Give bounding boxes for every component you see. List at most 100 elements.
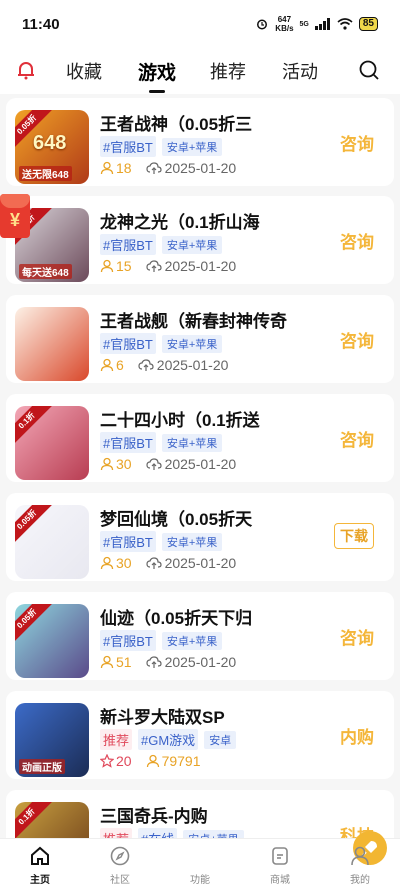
game-card[interactable]: 0.05折 仙迹（0.05折天下归 #官服BT 安卓+苹果 51 2025-01-20 咨询	[6, 592, 394, 680]
player-count: 79791	[146, 753, 201, 769]
game-card[interactable]: 0.05折 梦回仙境（0.05折天 #官服BT 安卓+苹果 30 2025-01-20 下载	[6, 493, 394, 581]
game-tags: #官服BT 安卓+苹果	[100, 432, 223, 453]
bottom-item-features[interactable]: 功能	[170, 831, 387, 886]
game-thumbnail[interactable]: 0.1折	[15, 802, 89, 838]
status-time: 11:40	[22, 15, 60, 33]
game-thumbnail[interactable]: 0.1折	[15, 406, 89, 480]
cloud-upload-icon	[145, 260, 162, 272]
person-icon	[100, 358, 114, 372]
bottom-label-home: 主页	[30, 875, 50, 886]
person-icon	[100, 457, 114, 471]
person-icon	[100, 556, 114, 570]
bottom-item-home[interactable]: 主页	[10, 845, 70, 886]
game-tags: #官服BT 安卓+苹果	[100, 136, 223, 157]
tag-category: #GM游戏	[138, 729, 199, 750]
tag-platform: 安卓+苹果	[161, 137, 223, 156]
cloud-upload-icon	[145, 557, 162, 569]
tag-platform: 安卓+苹果	[183, 829, 244, 838]
action-button[interactable]: 咨询	[340, 624, 374, 649]
tab-events[interactable]: 活动	[282, 58, 318, 84]
tag-platform: 安卓+苹果	[161, 235, 223, 254]
action-button[interactable]: 咨询	[340, 327, 374, 352]
player-count: 30	[100, 456, 132, 472]
tag-category: #官服BT	[100, 432, 156, 453]
tag-platform: 安卓+苹果	[161, 334, 223, 353]
game-tags: 推荐 #在线安卓+苹果	[100, 828, 244, 838]
bottom-label-store: 商城	[270, 875, 290, 886]
tab-games[interactable]: 游戏	[138, 58, 176, 93]
wifi-icon	[337, 18, 353, 30]
cloud-upload-icon	[145, 162, 162, 174]
game-title: 王者战舰（新春封神传奇	[100, 312, 287, 331]
thumb-caption: 每天送648	[19, 264, 72, 279]
cloud-upload-icon	[145, 458, 162, 470]
game-card[interactable]: 王者战舰（新春封神传奇 #官服BT 安卓+苹果 6 2025-01-20 咨询	[6, 295, 394, 383]
game-thumbnail[interactable]	[15, 307, 89, 381]
action-button[interactable]: 咨询	[340, 426, 374, 451]
tag-recommend: 推荐	[100, 828, 133, 838]
tag-platform: 安卓+苹果	[161, 433, 223, 452]
thumb-art-text: 648	[33, 132, 67, 154]
update-date: 2025-01-20	[145, 555, 236, 571]
discount-ribbon: 0.1折	[15, 802, 54, 838]
thumb-caption: 送无限648	[19, 166, 72, 181]
person-icon	[146, 754, 159, 768]
person-icon	[100, 259, 114, 273]
tag-category: #官服BT	[100, 234, 156, 255]
discount-ribbon: 0.05折	[15, 505, 54, 547]
search-icon[interactable]	[358, 59, 380, 81]
status-right: 647 KB/s 5G 85	[255, 15, 378, 33]
red-envelope-icon[interactable]: ¥	[0, 194, 30, 238]
player-count: 6	[100, 357, 124, 373]
game-card[interactable]: 648 送无限648 0.05折 王者战神（0.05折三 #官服BT 安卓+苹果 18 202…	[6, 98, 394, 186]
update-date: 2025-01-20	[145, 258, 236, 274]
compass-icon	[110, 846, 130, 866]
game-thumbnail[interactable]: 0.05折	[15, 505, 89, 579]
action-button[interactable]: 下载	[334, 523, 374, 549]
bottom-nav: 主页 社区 功能 商城 我的	[0, 831, 400, 889]
game-card[interactable]: 每天送6480.1折龙神之光（0.1折山海#官服BT安卓+苹果152025-01…	[6, 196, 394, 284]
battery-indicator: 85	[358, 17, 378, 31]
game-tags: #官服BT 安卓+苹果	[100, 531, 223, 552]
bottom-label-community: 社区	[110, 875, 130, 886]
game-thumbnail[interactable]: 0.05折	[15, 604, 89, 678]
bottom-item-store[interactable]: 商城	[250, 845, 310, 886]
game-title: 新斗罗大陆双SP	[100, 708, 225, 727]
game-title: 王者战神（0.05折三	[100, 115, 253, 134]
network-type: 5G	[299, 20, 309, 28]
person-icon	[100, 161, 114, 175]
bottom-label-mine: 我的	[350, 875, 370, 886]
game-meta: 30 2025-01-20	[100, 555, 236, 571]
bottom-item-mine[interactable]: 我的	[330, 845, 390, 886]
game-card[interactable]: 动画正版 新斗罗大陆双SP 推荐 #GM游戏 安卓 20 79791 内购	[6, 691, 394, 779]
tab-favorites[interactable]: 收藏	[66, 58, 102, 84]
game-thumbnail[interactable]: 动画正版	[15, 703, 89, 777]
discount-ribbon: 0.1折	[15, 406, 54, 448]
bottom-item-community[interactable]: 社区	[90, 845, 150, 886]
tag-category: #官服BT	[100, 136, 156, 157]
store-icon	[272, 847, 288, 865]
player-count: 15	[100, 258, 132, 274]
tag-platform: 安卓	[204, 730, 237, 749]
action-button[interactable]: 咨询	[340, 228, 374, 253]
bell-icon[interactable]	[14, 58, 38, 82]
game-title: 三国奇兵-内购	[100, 807, 208, 826]
game-meta: 6 2025-01-20	[100, 357, 228, 373]
game-tags: #官服BT 安卓+苹果	[100, 234, 223, 255]
game-meta: 20 79791	[100, 753, 201, 769]
game-card[interactable]: 0.1折三国奇兵-内购推荐#在线安卓+苹果科技	[6, 790, 394, 838]
game-thumbnail[interactable]: 648 送无限648 0.05折	[15, 110, 89, 184]
game-tags: 推荐 #GM游戏 安卓	[100, 729, 237, 750]
tab-recommend[interactable]: 推荐	[210, 58, 246, 84]
tag-platform: 安卓+苹果	[161, 631, 223, 650]
game-list: 648 送无限648 0.05折 王者战神（0.05折三 #官服BT 安卓+苹果 18 202…	[0, 98, 400, 838]
action-button[interactable]: 内购	[340, 723, 374, 748]
status-bar: 11:40 647 KB/s 5G 85	[0, 0, 400, 48]
game-meta: 18 2025-01-20	[100, 160, 236, 176]
player-count: 30	[100, 555, 132, 571]
action-button[interactable]: 咨询	[340, 130, 374, 155]
alarm-icon	[257, 19, 268, 30]
network-speed: 647 KB/s	[275, 15, 294, 33]
game-card[interactable]: 0.1折 二十四小时（0.1折送 #官服BT 安卓+苹果 30 2025-01-20 咨询	[6, 394, 394, 482]
cloud-upload-icon	[145, 656, 162, 668]
